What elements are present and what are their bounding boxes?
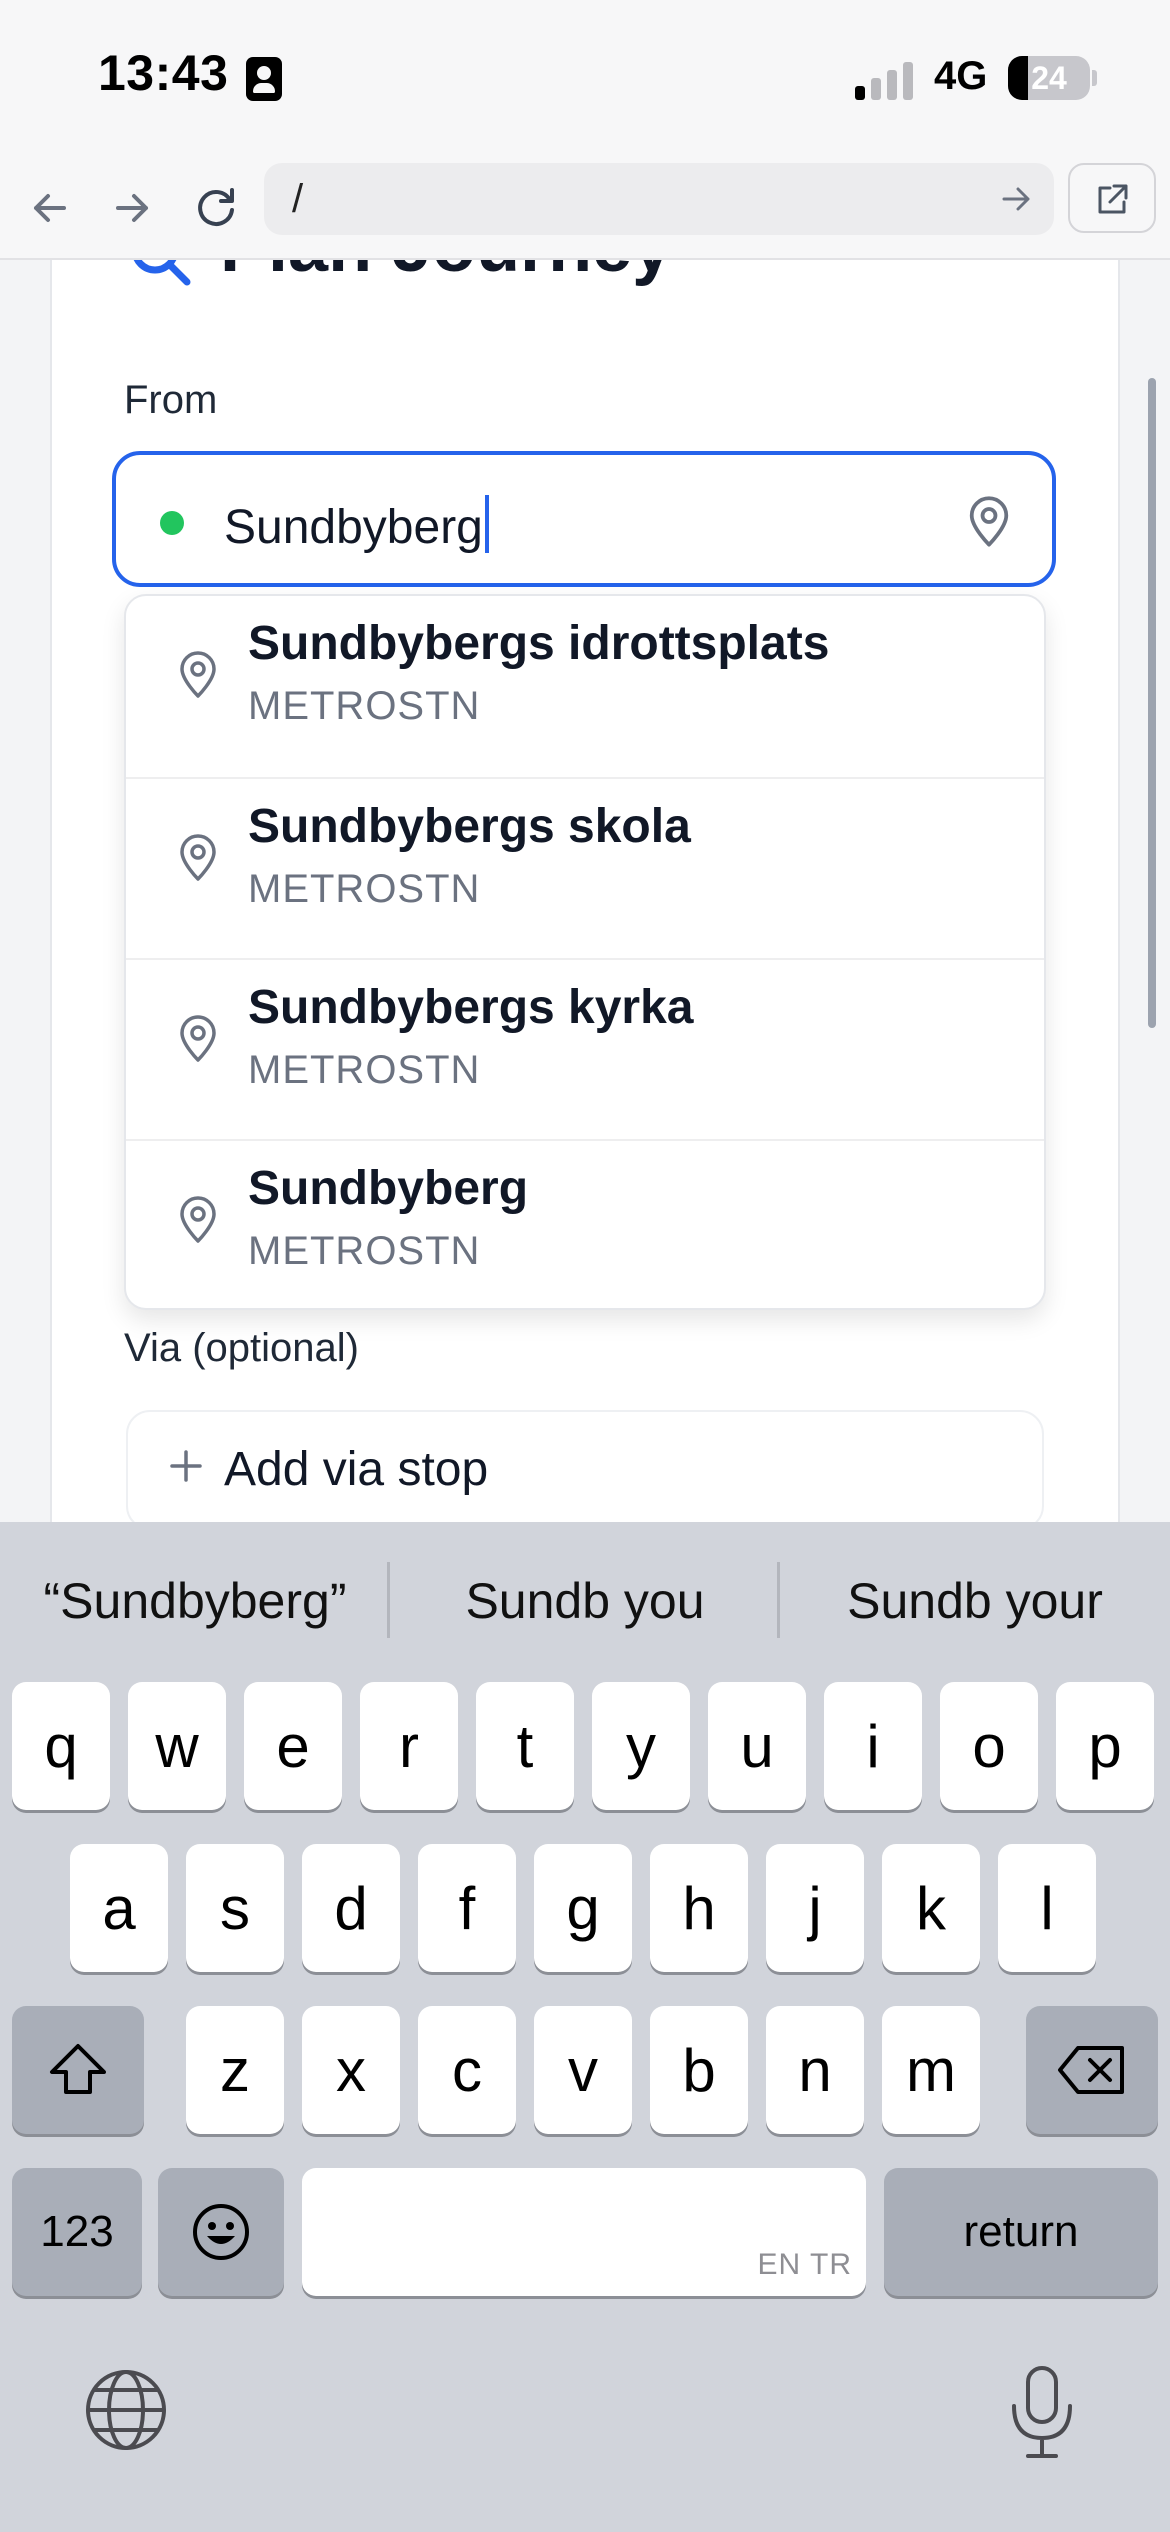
key-j[interactable]: j xyxy=(766,1844,864,1972)
prediction-divider xyxy=(777,1562,780,1638)
key-w[interactable]: w xyxy=(128,1682,226,1810)
suggestion-item[interactable]: Sundbyberg METROSTN xyxy=(126,1139,1044,1322)
suggestion-type: METROSTN xyxy=(248,1229,481,1273)
add-via-stop-label: Add via stop xyxy=(224,1443,489,1496)
key-m[interactable]: m xyxy=(882,2006,980,2134)
location-pin-icon[interactable] xyxy=(966,495,1012,549)
go-arrow-icon[interactable] xyxy=(996,179,1036,219)
backspace-key[interactable] xyxy=(1026,2006,1158,2134)
prediction-divider xyxy=(387,1562,390,1638)
location-pin-icon xyxy=(180,651,216,698)
suggestion-item[interactable]: Sundbybergs kyrka METROSTN xyxy=(126,958,1044,1141)
prediction-item[interactable]: “Sundbyberg” xyxy=(5,1572,385,1630)
status-bar: 13:43 4G 24 xyxy=(0,0,1170,160)
suggestion-name: Sundbybergs idrottsplats xyxy=(248,617,830,670)
on-screen-keyboard: “Sundbyberg” Sundb you Sundb your q w e … xyxy=(0,1522,1170,2532)
url-text: / xyxy=(292,177,304,221)
via-label: Via (optional) xyxy=(124,1326,359,1370)
forward-arrow-icon[interactable] xyxy=(104,180,160,236)
key-c[interactable]: c xyxy=(418,2006,516,2134)
key-a[interactable]: a xyxy=(70,1844,168,1972)
globe-icon[interactable] xyxy=(84,2368,168,2452)
status-time: 13:43 xyxy=(98,45,229,101)
location-pin-icon xyxy=(180,1196,216,1243)
key-k[interactable]: k xyxy=(882,1844,980,1972)
key-y[interactable]: y xyxy=(592,1682,690,1810)
key-v[interactable]: v xyxy=(534,2006,632,2134)
key-q[interactable]: q xyxy=(12,1682,110,1810)
key-h[interactable]: h xyxy=(650,1844,748,1972)
key-x[interactable]: x xyxy=(302,2006,400,2134)
cellular-signal-icon xyxy=(855,58,925,100)
key-t[interactable]: t xyxy=(476,1682,574,1810)
key-d[interactable]: d xyxy=(302,1844,400,1972)
emoji-smiley-icon xyxy=(193,2204,249,2260)
return-key[interactable]: return xyxy=(884,2168,1158,2296)
text-caret xyxy=(484,495,489,553)
key-l[interactable]: l xyxy=(998,1844,1096,1972)
location-pin-icon xyxy=(180,1015,216,1062)
back-arrow-icon[interactable] xyxy=(22,180,78,236)
shift-key[interactable] xyxy=(12,2006,144,2134)
shift-arrow-icon xyxy=(50,2044,106,2094)
key-n[interactable]: n xyxy=(766,2006,864,2134)
origin-dot-icon xyxy=(160,511,184,535)
add-via-stop-button[interactable]: Add via stop xyxy=(126,1410,1044,1522)
key-s[interactable]: s xyxy=(186,1844,284,1972)
battery-tip xyxy=(1092,70,1097,86)
from-input-value: Sundbyberg xyxy=(224,495,489,555)
key-i[interactable]: i xyxy=(824,1682,922,1810)
network-type: 4G xyxy=(934,54,988,98)
key-g[interactable]: g xyxy=(534,1844,632,1972)
key-u[interactable]: u xyxy=(708,1682,806,1810)
location-pin-icon xyxy=(180,834,216,881)
key-f[interactable]: f xyxy=(418,1844,516,1972)
open-external-button[interactable] xyxy=(1068,163,1156,233)
key-o[interactable]: o xyxy=(940,1682,1038,1810)
battery-icon: 24 xyxy=(1008,56,1090,100)
space-key[interactable]: EN TR xyxy=(302,2168,866,2296)
backspace-icon xyxy=(1058,2046,1124,2094)
person-badge-icon xyxy=(246,57,282,101)
suggestion-name: Sundbybergs kyrka xyxy=(248,981,694,1034)
numbers-key[interactable]: 123 xyxy=(12,2168,142,2296)
suggestion-name: Sundbyberg xyxy=(248,1162,529,1215)
battery-percent: 24 xyxy=(1031,60,1067,96)
key-b[interactable]: b xyxy=(650,2006,748,2134)
key-e[interactable]: e xyxy=(244,1682,342,1810)
prediction-item[interactable]: Sundb your xyxy=(785,1572,1165,1630)
key-z[interactable]: z xyxy=(186,2006,284,2134)
keyboard-language-hint: EN TR xyxy=(757,2248,852,2281)
page-scrollbar[interactable] xyxy=(1148,378,1156,1028)
key-r[interactable]: r xyxy=(360,1682,458,1810)
page-content: Plan Journey From Sundbyberg Sundbybergs… xyxy=(0,260,1170,1522)
emoji-key[interactable] xyxy=(158,2168,284,2296)
external-link-icon xyxy=(1098,184,1128,214)
suggestions-dropdown: Sundbybergs idrottsplats METROSTN Sundby… xyxy=(124,594,1046,1310)
reload-icon[interactable] xyxy=(188,180,244,236)
browser-toolbar: / xyxy=(0,160,1170,260)
page-title: Plan Journey xyxy=(220,260,672,288)
from-input[interactable]: Sundbyberg xyxy=(112,451,1056,587)
search-icon xyxy=(133,260,191,286)
from-label: From xyxy=(124,378,218,422)
suggestion-type: METROSTN xyxy=(248,867,481,911)
suggestion-type: METROSTN xyxy=(248,1048,481,1092)
suggestion-item[interactable]: Sundbybergs idrottsplats METROSTN xyxy=(126,596,1044,777)
plus-icon xyxy=(170,1450,202,1482)
url-bar[interactable]: / xyxy=(264,163,1054,235)
key-p[interactable]: p xyxy=(1056,1682,1154,1810)
suggestion-type: METROSTN xyxy=(248,684,481,728)
suggestion-name: Sundbybergs skola xyxy=(248,800,691,853)
microphone-icon[interactable] xyxy=(1006,2362,1078,2462)
prediction-item[interactable]: Sundb you xyxy=(395,1572,775,1630)
suggestion-item[interactable]: Sundbybergs skola METROSTN xyxy=(126,777,1044,960)
